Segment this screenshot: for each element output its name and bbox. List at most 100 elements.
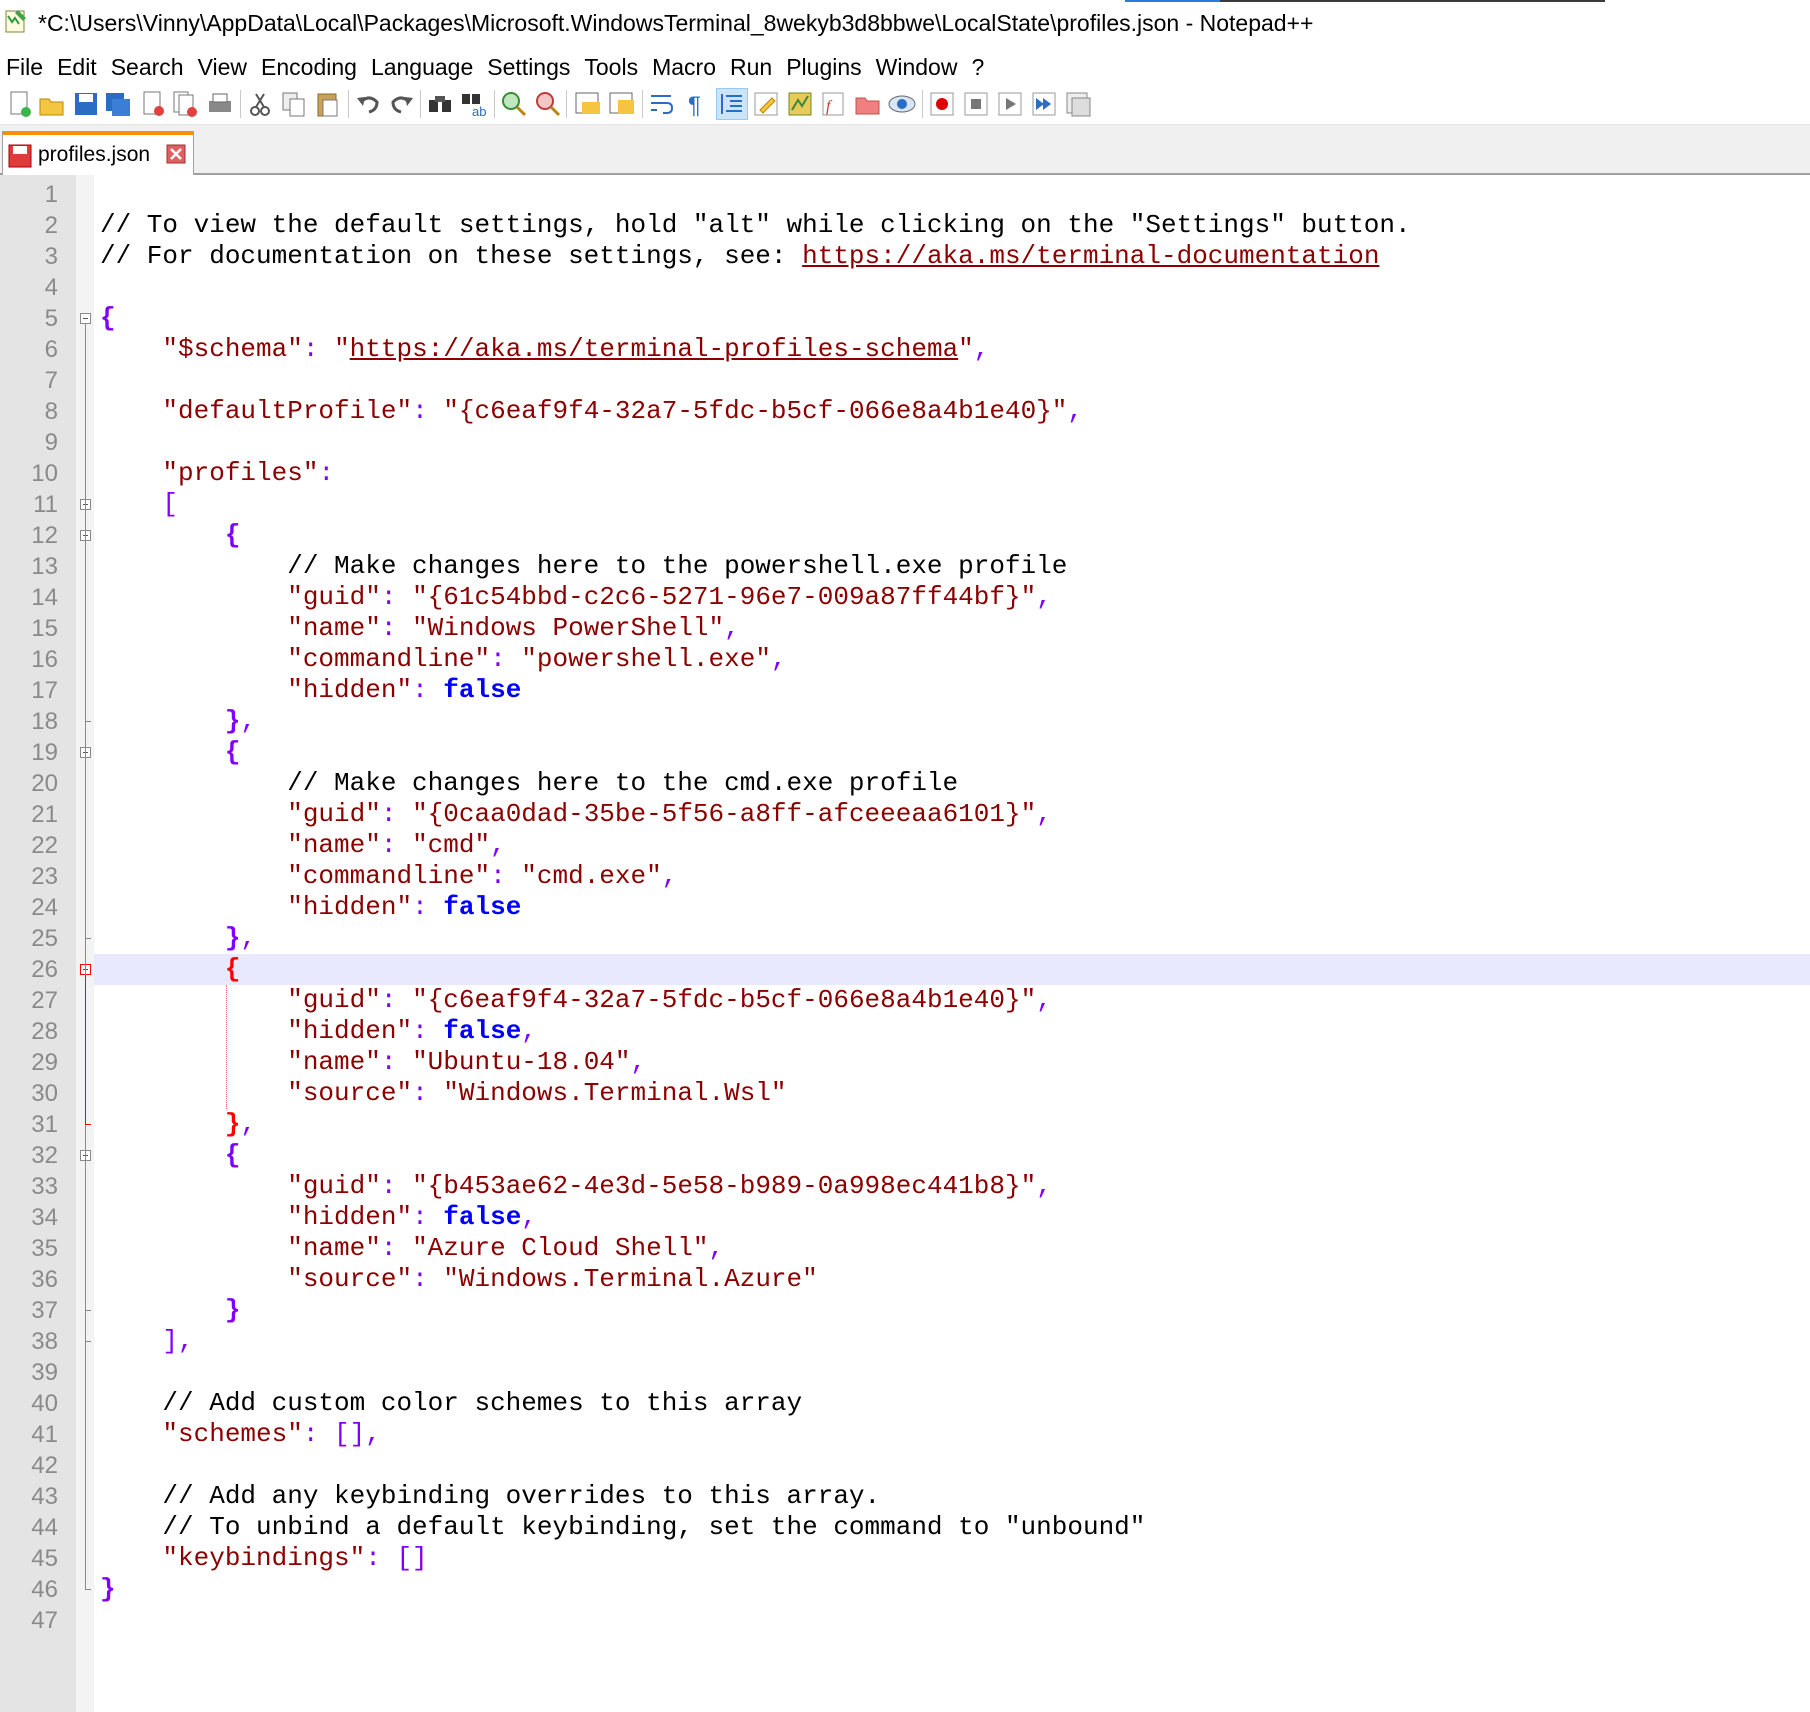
code-line[interactable]: ], [100, 1326, 1810, 1357]
code-line[interactable]: "defaultProfile": "{c6eaf9f4-32a7-5fdc-b… [100, 396, 1810, 427]
code-line[interactable] [100, 427, 1810, 458]
code-line[interactable]: }, [100, 923, 1810, 954]
code-line[interactable]: "hidden": false, [100, 1016, 1810, 1047]
menu-tools[interactable]: Tools [584, 54, 638, 81]
code-line[interactable] [100, 1605, 1810, 1636]
code-line[interactable]: "name": "cmd", [100, 830, 1810, 861]
code-line[interactable] [100, 179, 1810, 210]
tab-profiles-json[interactable]: profiles.json [2, 131, 194, 175]
menu-language[interactable]: Language [371, 54, 473, 81]
code-line[interactable]: } [100, 1574, 1810, 1605]
code-line[interactable]: "name": "Windows PowerShell", [100, 613, 1810, 644]
code-line[interactable]: } [100, 1295, 1810, 1326]
code-line[interactable]: }, [100, 1109, 1810, 1140]
sync-horizontal-icon[interactable] [606, 88, 638, 120]
indent-guide-icon[interactable] [716, 88, 748, 120]
menu-help[interactable]: ? [971, 54, 984, 81]
code-token: " [958, 334, 974, 364]
udl-icon[interactable] [750, 88, 782, 120]
editor[interactable]: // To view the default settings, hold "a… [0, 175, 1810, 1712]
save-icon[interactable] [70, 88, 102, 120]
code-line[interactable]: "guid": "{b453ae62-4e3d-5e58-b989-0a998e… [100, 1171, 1810, 1202]
save-all-icon[interactable] [102, 88, 134, 120]
code-line[interactable]: "name": "Ubuntu-18.04", [100, 1047, 1810, 1078]
code-line[interactable]: { [100, 737, 1810, 768]
menu-window[interactable]: Window [876, 54, 958, 81]
sync-vertical-icon[interactable] [572, 88, 604, 120]
menu-encoding[interactable]: Encoding [261, 54, 357, 81]
code-line[interactable]: // To view the default settings, hold "a… [100, 210, 1810, 241]
code-line[interactable]: "commandline": "powershell.exe", [100, 644, 1810, 675]
code-token[interactable]: https://aka.ms/terminal-documentation [802, 241, 1379, 271]
show-all-chars-icon[interactable]: ¶ [680, 88, 712, 120]
document-map-icon[interactable] [784, 88, 816, 120]
code-line[interactable]: { [100, 303, 1810, 334]
fold-toggle-icon[interactable] [80, 313, 91, 324]
code-line[interactable] [100, 272, 1810, 303]
run-macro-multiple-icon[interactable] [1028, 88, 1060, 120]
code-line[interactable]: "commandline": "cmd.exe", [100, 861, 1810, 892]
function-list-icon[interactable]: f [818, 88, 850, 120]
menu-run[interactable]: Run [730, 54, 772, 81]
code-line[interactable]: { [100, 1140, 1810, 1171]
tab-close-icon[interactable] [166, 144, 186, 169]
code-line[interactable] [100, 1450, 1810, 1481]
code-line[interactable]: // Make changes here to the cmd.exe prof… [100, 768, 1810, 799]
zoom-in-icon[interactable] [498, 88, 530, 120]
code-line[interactable]: "guid": "{0caa0dad-35be-5f56-a8ff-afceee… [100, 799, 1810, 830]
paste-icon[interactable] [312, 88, 344, 120]
menu-file[interactable]: File [6, 54, 43, 81]
code-line[interactable]: "schemes": [], [100, 1419, 1810, 1450]
code-line[interactable]: // For documentation on these settings, … [100, 241, 1810, 272]
menu-search[interactable]: Search [111, 54, 184, 81]
code-line[interactable]: // Add any keybinding overrides to this … [100, 1481, 1810, 1512]
code-line[interactable]: "guid": "{c6eaf9f4-32a7-5fdc-b5cf-066e8a… [100, 985, 1810, 1016]
code-line[interactable]: // To unbind a default keybinding, set t… [100, 1512, 1810, 1543]
code-line[interactable]: "hidden": false [100, 675, 1810, 706]
word-wrap-icon[interactable] [646, 88, 678, 120]
menu-edit[interactable]: Edit [57, 54, 97, 81]
code-line[interactable]: "source": "Windows.Terminal.Azure" [100, 1264, 1810, 1295]
find-icon[interactable] [424, 88, 456, 120]
code-line[interactable]: { [100, 520, 1810, 551]
cut-icon[interactable] [244, 88, 276, 120]
code-line[interactable]: "keybindings": [] [100, 1543, 1810, 1574]
play-macro-icon[interactable] [994, 88, 1026, 120]
code-line[interactable]: "name": "Azure Cloud Shell", [100, 1233, 1810, 1264]
code-line[interactable]: "hidden": false, [100, 1202, 1810, 1233]
code-line[interactable]: "$schema": "https://aka.ms/terminal-prof… [100, 334, 1810, 365]
code-line[interactable]: [ [100, 489, 1810, 520]
new-file-icon[interactable] [4, 88, 36, 120]
menu-macro[interactable]: Macro [652, 54, 716, 81]
code-line[interactable]: "profiles": [100, 458, 1810, 489]
code-line[interactable]: "source": "Windows.Terminal.Wsl" [100, 1078, 1810, 1109]
code-line[interactable]: "hidden": false [100, 892, 1810, 923]
copy-icon[interactable] [278, 88, 310, 120]
zoom-out-icon[interactable] [532, 88, 564, 120]
close-icon[interactable] [138, 88, 170, 120]
menu-plugins[interactable]: Plugins [786, 54, 861, 81]
code-token[interactable]: https://aka.ms/terminal-profiles-schema [350, 334, 959, 364]
code-line[interactable]: { [100, 954, 1810, 985]
notepadpp-app-icon[interactable] [4, 8, 28, 34]
code-line[interactable]: "guid": "{61c54bbd-c2c6-5271-96e7-009a87… [100, 582, 1810, 613]
code-line[interactable]: // Make changes here to the powershell.e… [100, 551, 1810, 582]
code-line[interactable]: // Add custom color schemes to this arra… [100, 1388, 1810, 1419]
line-number: 10 [31, 460, 58, 487]
replace-icon[interactable]: ab [458, 88, 490, 120]
undo-icon[interactable] [352, 88, 384, 120]
menu-view[interactable]: View [198, 54, 247, 81]
record-macro-icon[interactable] [926, 88, 958, 120]
code-line[interactable] [100, 365, 1810, 396]
code-line[interactable]: }, [100, 706, 1810, 737]
save-macro-icon[interactable] [1062, 88, 1094, 120]
print-icon[interactable] [204, 88, 236, 120]
folder-workspace-icon[interactable] [852, 88, 884, 120]
open-file-icon[interactable] [36, 88, 68, 120]
menu-settings[interactable]: Settings [487, 54, 570, 81]
redo-icon[interactable] [386, 88, 418, 120]
monitoring-icon[interactable] [886, 88, 918, 120]
code-line[interactable] [100, 1357, 1810, 1388]
stop-record-icon[interactable] [960, 88, 992, 120]
close-all-icon[interactable] [170, 88, 202, 120]
